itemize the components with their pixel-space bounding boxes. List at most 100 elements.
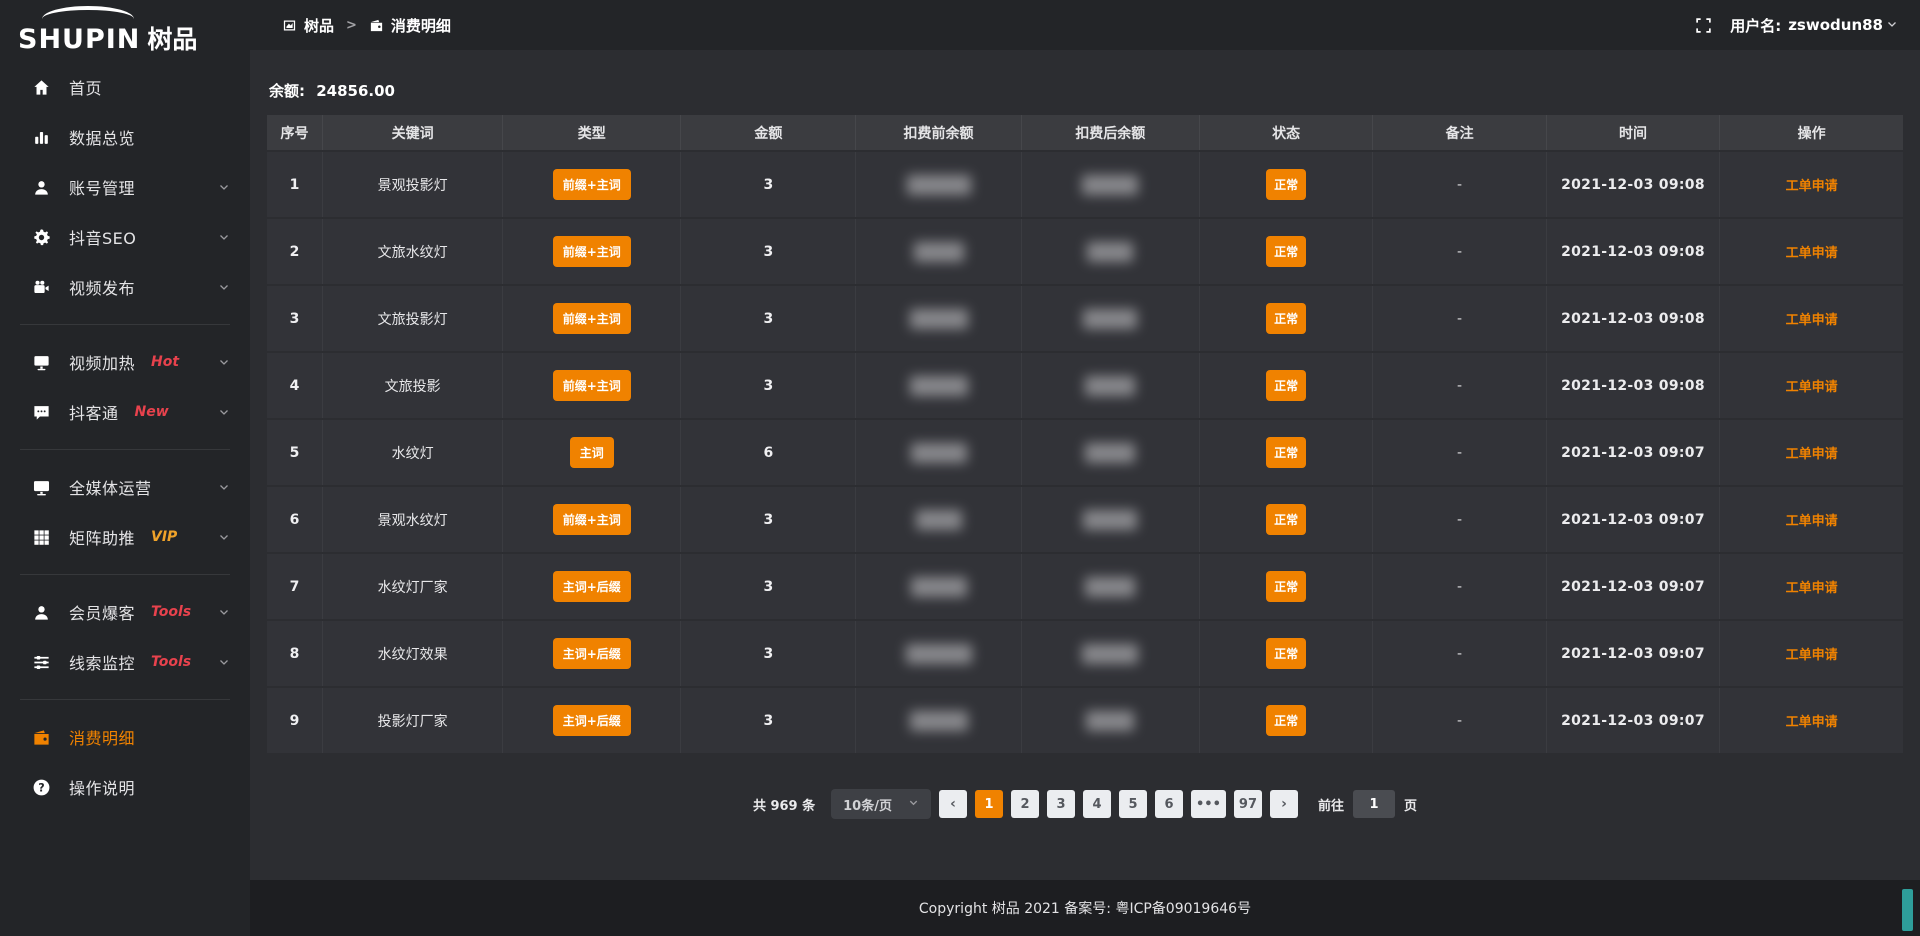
sidebar-item-全媒体运营[interactable]: 全媒体运营	[0, 462, 250, 512]
next-page-button[interactable]: ›	[1270, 790, 1298, 818]
goto-page-input[interactable]	[1353, 790, 1395, 818]
sidebar-item-抖音SEO[interactable]: 抖音SEO	[0, 212, 250, 262]
type-badge: 前缀+主词	[553, 504, 631, 535]
blurred-value	[1085, 443, 1135, 463]
cell-remark: -	[1373, 285, 1546, 352]
sidebar-item-会员爆客[interactable]: 会员爆客Tools	[0, 587, 250, 637]
chevron-down-icon	[218, 278, 230, 297]
cell-time: 2021-12-03 09:07	[1546, 687, 1719, 754]
sidebar-item-账号管理[interactable]: 账号管理	[0, 162, 250, 212]
work-order-link[interactable]: 工单申请	[1786, 514, 1838, 529]
cell-action: 工单申请	[1720, 419, 1903, 486]
chevron-down-icon	[218, 228, 230, 247]
page-button-6[interactable]: 6	[1155, 790, 1183, 818]
column-header-金额: 金额	[681, 115, 856, 151]
breadcrumb-item-树品[interactable]: 树品	[282, 15, 334, 36]
page-button-1[interactable]: 1	[975, 790, 1003, 818]
cell-keyword: 水纹灯厂家	[323, 553, 503, 620]
cell-action: 工单申请	[1720, 285, 1903, 352]
cell-amount: 3	[681, 352, 856, 419]
cell-type: 前缀+主词	[503, 352, 681, 419]
work-order-link[interactable]: 工单申请	[1786, 447, 1838, 462]
topbar: 树品>消费明细 用户名: zswodun88	[250, 0, 1920, 50]
prev-page-button[interactable]: ‹	[939, 790, 967, 818]
cell-time: 2021-12-03 09:07	[1546, 419, 1719, 486]
table-row: 5水纹灯主词6正常-2021-12-03 09:07工单申请	[267, 419, 1903, 486]
sidebar-item-抖客通[interactable]: 抖客通New	[0, 387, 250, 437]
sidebar-divider	[20, 449, 230, 450]
sidebar-item-操作说明[interactable]: ?操作说明	[0, 762, 250, 812]
cell-index: 8	[267, 620, 323, 687]
type-badge: 主词+后缀	[553, 705, 631, 736]
user-menu[interactable]: 用户名: zswodun88	[1730, 15, 1898, 36]
blurred-value	[1083, 309, 1137, 329]
panel-icon	[282, 18, 297, 33]
work-order-link[interactable]: 工单申请	[1786, 179, 1838, 194]
page-button-3[interactable]: 3	[1047, 790, 1075, 818]
status-badge: 正常	[1266, 504, 1306, 535]
cell-index: 2	[267, 218, 323, 285]
chevron-down-icon	[908, 797, 919, 812]
cell-balance-before	[856, 620, 1021, 687]
blurred-value	[1087, 242, 1133, 262]
status-badge: 正常	[1266, 236, 1306, 267]
sidebar: SHUPIN树品 首页数据总览账号管理抖音SEO视频发布视频加热Hot抖客通Ne…	[0, 0, 250, 936]
sidebar-item-badge: Tools	[151, 604, 191, 620]
work-order-link[interactable]: 工单申请	[1786, 380, 1838, 395]
page-button-5[interactable]: 5	[1119, 790, 1147, 818]
cell-status: 正常	[1199, 553, 1372, 620]
cell-remark: -	[1373, 486, 1546, 553]
sidebar-item-视频加热[interactable]: 视频加热Hot	[0, 337, 250, 387]
page-size-select[interactable]: 10条/页	[831, 789, 931, 819]
work-order-link[interactable]: 工单申请	[1786, 313, 1838, 328]
cell-balance-after	[1021, 352, 1199, 419]
work-order-link[interactable]: 工单申请	[1786, 246, 1838, 261]
breadcrumb-item-消费明细[interactable]: 消费明细	[369, 15, 451, 36]
page-button-4[interactable]: 4	[1083, 790, 1111, 818]
table-header-row: 序号关键词类型金额扣费前余额扣费后余额状态备注时间操作	[267, 115, 1903, 151]
cell-time: 2021-12-03 09:08	[1546, 285, 1719, 352]
status-badge: 正常	[1266, 169, 1306, 200]
sidebar-item-数据总览[interactable]: 数据总览	[0, 112, 250, 162]
sidebar-item-消费明细[interactable]: 消费明细	[0, 712, 250, 762]
sidebar-item-矩阵助推[interactable]: 矩阵助推VIP	[0, 512, 250, 562]
cell-action: 工单申请	[1720, 352, 1903, 419]
cell-status: 正常	[1199, 151, 1372, 218]
table-row: 2文旅水纹灯前缀+主词3正常-2021-12-03 09:08工单申请	[267, 218, 1903, 285]
sidebar-item-视频发布[interactable]: 视频发布	[0, 262, 250, 312]
table-row: 1景观投影灯前缀+主词3正常-2021-12-03 09:08工单申请	[267, 151, 1903, 218]
comment-icon	[30, 401, 52, 423]
blurred-value	[911, 577, 967, 597]
logo-text-cn: 树品	[147, 25, 197, 54]
page-size-value: 10条/页	[843, 795, 892, 814]
cell-index: 9	[267, 687, 323, 754]
cell-action: 工单申请	[1720, 486, 1903, 553]
wallet-icon	[30, 726, 52, 748]
page-button-97[interactable]: 97	[1234, 790, 1262, 818]
work-order-link[interactable]: 工单申请	[1786, 581, 1838, 596]
column-header-操作: 操作	[1720, 115, 1903, 151]
work-order-link[interactable]: 工单申请	[1786, 715, 1838, 730]
cell-keyword: 文旅水纹灯	[323, 218, 503, 285]
chevron-down-icon	[218, 653, 230, 672]
blurred-value	[910, 376, 968, 396]
more-pages-button[interactable]: •••	[1191, 790, 1226, 818]
cell-keyword: 文旅投影	[323, 352, 503, 419]
goto-page: 前往页	[1318, 790, 1417, 818]
sidebar-item-label: 操作说明	[69, 775, 135, 799]
work-order-link[interactable]: 工单申请	[1786, 648, 1838, 663]
column-header-备注: 备注	[1373, 115, 1546, 151]
chat-widget-handle[interactable]	[1902, 889, 1913, 931]
chart-icon	[30, 126, 52, 148]
fullscreen-icon[interactable]	[1695, 17, 1712, 34]
breadcrumb: 树品>消费明细	[282, 15, 451, 36]
page-button-2[interactable]: 2	[1011, 790, 1039, 818]
column-header-关键词: 关键词	[323, 115, 503, 151]
type-badge: 前缀+主词	[553, 303, 631, 334]
sidebar-item-label: 账号管理	[69, 175, 135, 199]
sidebar-item-线索监控[interactable]: 线索监控Tools	[0, 637, 250, 687]
cell-amount: 3	[681, 553, 856, 620]
cell-remark: -	[1373, 419, 1546, 486]
sidebar-item-首页[interactable]: 首页	[0, 62, 250, 112]
cell-type: 主词+后缀	[503, 553, 681, 620]
